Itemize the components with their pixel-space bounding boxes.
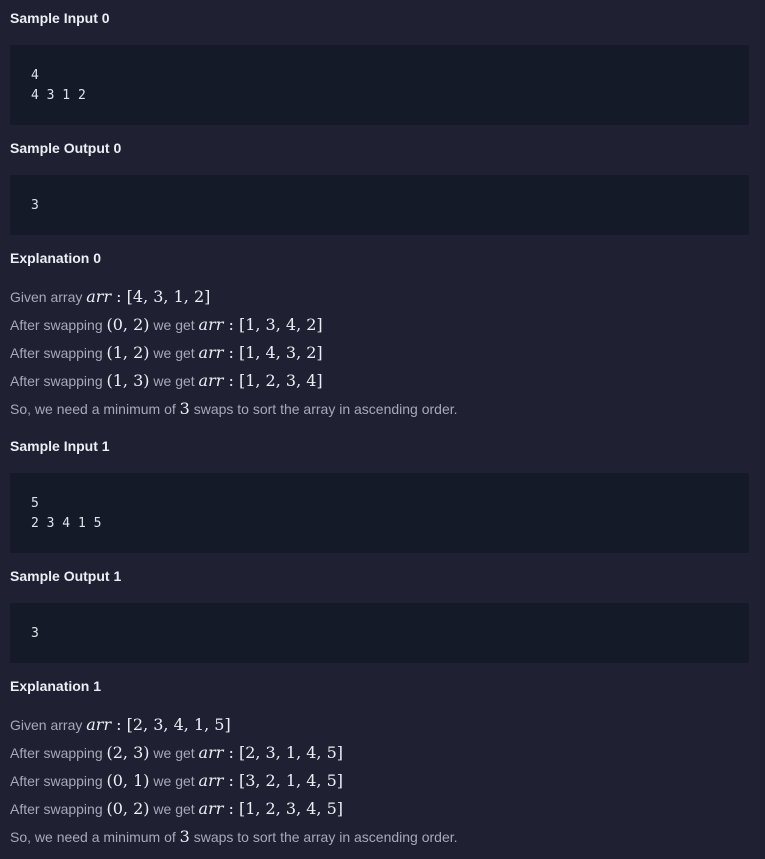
explanation-heading: Explanation 1 [10, 678, 102, 694]
text: After swapping [10, 317, 107, 333]
math-array: [1, 4, 3, 2] [238, 343, 323, 362]
math-var: arr [198, 743, 224, 762]
math-pair: (0, 2) [106, 799, 150, 818]
text: we get [149, 317, 199, 333]
math-array: [2, 3, 1, 4, 5] [238, 743, 344, 762]
text: Given array [10, 717, 87, 733]
math-expression: arr : [1, 2, 3, 4, 5] [199, 799, 343, 818]
math-array: [1, 2, 3, 4] [238, 371, 323, 390]
text: we get [149, 345, 199, 361]
text: So, we need a minimum of [10, 829, 180, 845]
math-pair: (0, 2) [106, 315, 150, 334]
text: After swapping [10, 345, 107, 361]
math-expression: arr : [3, 2, 1, 4, 5] [199, 771, 343, 790]
sample-output-heading: Sample Output 0 [10, 140, 122, 156]
sample-input-heading: Sample Input 1 [10, 438, 110, 454]
math-colon: : [223, 799, 239, 818]
code-line: 4 3 1 2 [31, 88, 86, 103]
math-var: arr [198, 371, 224, 390]
text: So, we need a minimum of [10, 401, 180, 417]
text: After swapping [10, 801, 107, 817]
summary-line: So, we need a minimum of 3 swaps to sort… [10, 823, 458, 851]
math-expression: arr : [1, 4, 3, 2] [199, 343, 323, 362]
explanation-heading: Explanation 0 [10, 250, 102, 266]
sample-output-code[interactable]: 3 [10, 175, 749, 235]
code-line: 4 [31, 68, 39, 83]
given-array-line: Given array arr : [4, 3, 1, 2] [10, 283, 210, 311]
sample-input-heading: Sample Input 0 [10, 10, 110, 26]
text: we get [149, 373, 199, 389]
swap-line: After swapping (1, 2) we get arr : [1, 4… [10, 339, 323, 367]
math-array: [1, 3, 4, 2] [238, 315, 323, 334]
code-line: 3 [31, 198, 39, 213]
text: we get [149, 745, 199, 761]
text: Given array [10, 289, 87, 305]
text: we get [149, 773, 199, 789]
given-array-line: Given array arr : [2, 3, 4, 1, 5] [10, 711, 231, 739]
swap-line: After swapping (0, 1) we get arr : [3, 2… [10, 767, 343, 795]
text: we get [149, 801, 199, 817]
math-pair: (0, 1) [106, 771, 150, 790]
swap-line: After swapping (1, 3) we get arr : [1, 2… [10, 367, 323, 395]
summary-line: So, we need a minimum of 3 swaps to sort… [10, 395, 458, 423]
math-expression: arr : [1, 2, 3, 4] [199, 371, 323, 390]
math-pair: (2, 3) [106, 743, 150, 762]
code-line: 5 [31, 496, 39, 511]
math-expression: arr : [2, 3, 1, 4, 5] [199, 743, 343, 762]
math-count: 3 [179, 827, 190, 846]
math-var: arr [198, 315, 224, 334]
math-expression: arr : [4, 3, 1, 2] [86, 287, 210, 306]
math-pair: (1, 3) [106, 371, 150, 390]
swap-line: After swapping (0, 2) we get arr : [1, 2… [10, 795, 343, 823]
math-colon: : [223, 771, 239, 790]
text: After swapping [10, 373, 107, 389]
swap-line: After swapping (0, 2) we get arr : [1, 3… [10, 311, 323, 339]
code-line: 3 [31, 626, 39, 641]
sample-output-code[interactable]: 3 [10, 603, 749, 663]
text: swaps to sort the array in ascending ord… [189, 829, 458, 845]
math-colon: : [111, 287, 127, 306]
swap-line: After swapping (2, 3) we get arr : [2, 3… [10, 739, 343, 767]
math-var: arr [198, 343, 224, 362]
math-var: arr [86, 287, 112, 306]
text: After swapping [10, 745, 107, 761]
math-array: [4, 3, 1, 2] [126, 287, 211, 306]
sample-input-code[interactable]: 5 2 3 4 1 5 [10, 473, 749, 553]
math-colon: : [223, 343, 239, 362]
math-var: arr [198, 799, 224, 818]
sample-input-code[interactable]: 4 4 3 1 2 [10, 45, 749, 125]
math-colon: : [111, 715, 127, 734]
math-expression: arr : [2, 3, 4, 1, 5] [86, 715, 230, 734]
code-line: 2 3 4 1 5 [31, 516, 102, 531]
text: swaps to sort the array in ascending ord… [189, 401, 458, 417]
math-expression: arr : [1, 3, 4, 2] [199, 315, 323, 334]
math-count: 3 [179, 399, 190, 418]
math-colon: : [223, 315, 239, 334]
sample-output-heading: Sample Output 1 [10, 568, 122, 584]
math-pair: (1, 2) [106, 343, 150, 362]
math-array: [2, 3, 4, 1, 5] [126, 715, 231, 734]
math-array: [1, 2, 3, 4, 5] [238, 799, 344, 818]
math-colon: : [223, 743, 239, 762]
math-var: arr [86, 715, 112, 734]
math-colon: : [223, 371, 239, 390]
text: After swapping [10, 773, 107, 789]
math-array: [3, 2, 1, 4, 5] [238, 771, 344, 790]
math-var: arr [198, 771, 224, 790]
